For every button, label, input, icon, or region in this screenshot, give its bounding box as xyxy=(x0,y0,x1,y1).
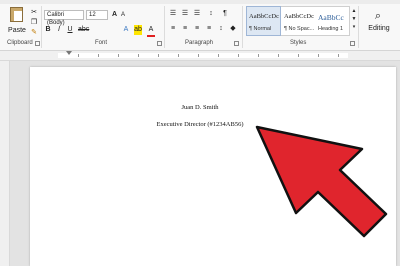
pointer-arrow-icon xyxy=(255,125,388,238)
arrow-shape xyxy=(255,125,388,238)
